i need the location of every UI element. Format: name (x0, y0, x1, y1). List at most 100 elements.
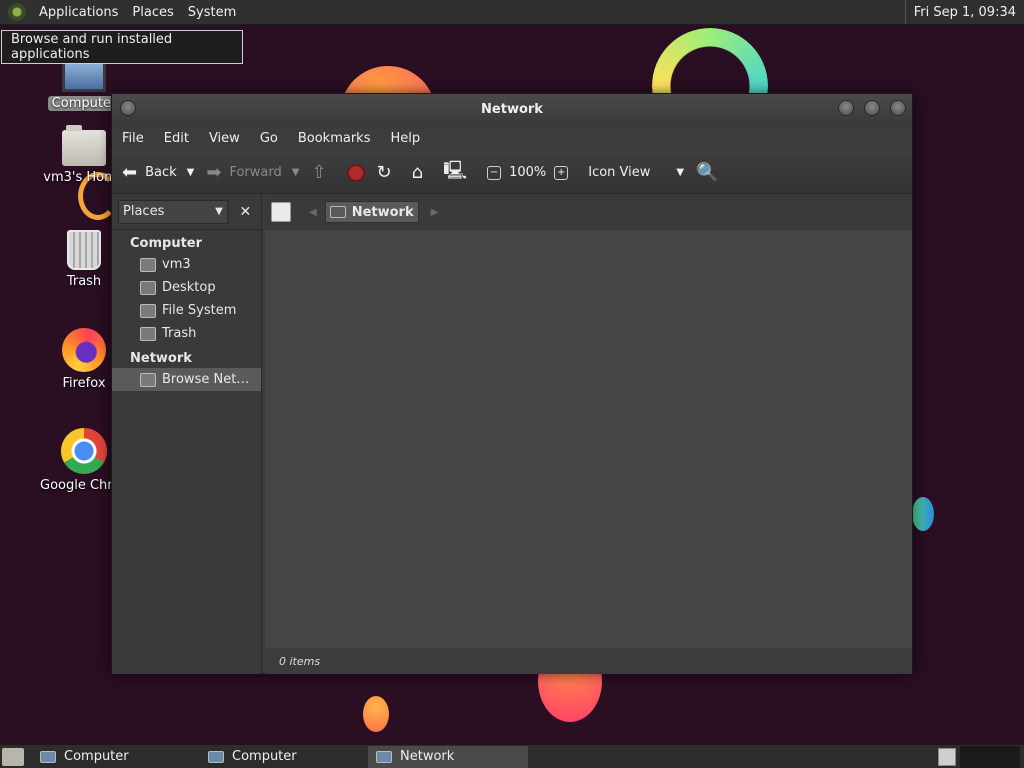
file-view[interactable]: ◀ Network ▶ 0 items (265, 194, 912, 674)
show-desktop-icon[interactable] (2, 747, 24, 766)
system-menu[interactable]: System (181, 5, 243, 20)
menu-view[interactable]: View (199, 131, 250, 146)
computer-button[interactable]: 🖳 (443, 158, 475, 188)
back-button[interactable]: ⬅ Back ▼ (122, 162, 194, 183)
back-arrow-icon: ⬅ (122, 162, 138, 183)
monitor-icon (62, 60, 106, 92)
chrome-icon (61, 428, 107, 474)
task-label: Computer (232, 749, 297, 764)
zoom-out-icon[interactable]: − (487, 165, 502, 180)
drive-icon (140, 303, 156, 318)
workspace-switcher-1[interactable] (938, 748, 956, 766)
sidebar-type-select[interactable]: Places ▼ (118, 199, 228, 224)
wallpaper-small-ball (363, 696, 389, 732)
home-folder-icon (62, 125, 106, 166)
stop-icon (346, 163, 365, 182)
trash-icon (140, 326, 156, 341)
task-label: Computer (64, 749, 129, 764)
sidebar-item-trash[interactable]: Trash (112, 322, 261, 345)
sidebar-item-label: File System (162, 303, 237, 318)
minimize-button[interactable] (838, 100, 854, 116)
task-label: Network (400, 749, 455, 764)
stop-button[interactable] (346, 163, 365, 182)
forward-history-dropdown-icon[interactable]: ▼ (292, 167, 300, 178)
menubar: File Edit View Go Bookmarks Help (112, 124, 912, 152)
sidebar-item-vm3[interactable]: vm3 (112, 253, 261, 276)
taskbar-item-computer-1[interactable]: Computer (32, 746, 192, 768)
main-menu-logo-icon[interactable] (8, 3, 26, 21)
sidebar-item-file-system[interactable]: File System (112, 299, 261, 322)
location-bar: ◀ Network ▶ (265, 194, 912, 230)
sidebar-item-browse-network[interactable]: Browse Net… (112, 368, 261, 391)
applications-tooltip: Browse and run installed applications (1, 30, 243, 64)
forward-label: Forward (229, 165, 282, 180)
up-button[interactable]: ⇧ (311, 162, 334, 183)
item-count: 0 items (279, 654, 321, 668)
maximize-button[interactable] (864, 100, 880, 116)
search-button[interactable]: 🔍 (696, 162, 726, 183)
menu-file[interactable]: File (112, 131, 154, 146)
path-right-arrow-icon[interactable]: ▶ (431, 207, 439, 218)
workspace-switcher-2[interactable] (960, 746, 1020, 768)
trash-icon (67, 230, 101, 270)
zoom-in-icon[interactable]: + (554, 165, 569, 180)
sidebar-item-label: vm3 (162, 257, 191, 272)
menu-go[interactable]: Go (250, 131, 288, 146)
search-icon: 🔍 (696, 162, 719, 183)
taskbar-item-network[interactable]: Network (368, 745, 528, 768)
path-left-arrow-icon[interactable]: ◀ (309, 207, 317, 218)
computer-icon (40, 750, 56, 763)
forward-button[interactable]: ➡ Forward ▼ (206, 162, 299, 183)
menu-bookmarks[interactable]: Bookmarks (288, 131, 381, 146)
network-icon (140, 372, 156, 387)
network-icon (329, 206, 346, 218)
clock[interactable]: Fri Sep 1, 09:34 (904, 0, 1024, 24)
forward-arrow-icon: ➡ (206, 162, 222, 183)
breadcrumb-network[interactable]: Network (324, 201, 419, 223)
edit-location-icon[interactable] (271, 202, 291, 222)
toolbar: ⬅ Back ▼ ➡ Forward ▼ ⇧ ↻ ⌂ 🖳 − 100% + Ic… (112, 152, 912, 194)
computer-icon: 🖳 (443, 159, 468, 181)
zoom-level: 100% (509, 165, 547, 180)
home-folder-icon (140, 257, 156, 272)
zoom-control: − 100% + (487, 165, 576, 180)
back-label: Back (145, 165, 177, 180)
network-icon (376, 750, 392, 763)
breadcrumb-label: Network (351, 204, 414, 220)
bottom-panel: Computer Computer Network (0, 744, 1024, 768)
applications-menu[interactable]: Applications (32, 5, 125, 20)
close-button[interactable] (890, 100, 906, 116)
sidebar-type-value: Places (123, 204, 165, 219)
sidebar-group-network[interactable]: Network (112, 345, 261, 368)
desktop-icon-label: Computer (47, 96, 121, 111)
close-sidebar-icon[interactable]: ✕ (236, 204, 255, 220)
menu-help[interactable]: Help (380, 131, 430, 146)
up-arrow-icon: ⇧ (311, 162, 327, 183)
menu-edit[interactable]: Edit (154, 131, 199, 146)
desktop-icon-label: Firefox (62, 376, 106, 391)
places-menu[interactable]: Places (125, 5, 180, 20)
wallpaper-blue-ball (912, 497, 934, 531)
desktop-folder-icon (140, 280, 156, 295)
reload-button[interactable]: ↻ (377, 162, 400, 183)
taskbar-item-computer-2[interactable]: Computer (200, 746, 360, 768)
desktop-icon-label: Trash (66, 274, 102, 289)
top-panel: Applications Places System Fri Sep 1, 09… (0, 0, 1024, 25)
window-titlebar[interactable]: Network (112, 94, 912, 124)
window-menu-button[interactable] (120, 100, 136, 116)
computer-icon (208, 750, 224, 763)
sidebar-item-label: Trash (162, 326, 197, 341)
back-history-dropdown-icon[interactable]: ▼ (187, 167, 195, 178)
sidebar-item-desktop[interactable]: Desktop (112, 276, 261, 299)
view-mode-dropdown-icon: ▼ (676, 167, 685, 178)
home-button[interactable]: ⌂ (412, 162, 431, 183)
view-mode-value: Icon View (588, 165, 651, 180)
sidebar-header: Places ▼ ✕ (112, 194, 261, 230)
sidebar-item-label: Browse Net… (162, 372, 250, 387)
sidebar-group-computer[interactable]: Computer (112, 230, 261, 253)
sidebar: Places ▼ ✕ Computer vm3 Desktop File Sys… (112, 194, 262, 674)
file-manager-window: Network File Edit View Go Bookmarks Help… (111, 93, 913, 674)
home-icon: ⌂ (411, 162, 424, 183)
view-mode-select[interactable]: Icon View ▼ (588, 165, 684, 180)
window-title: Network (481, 101, 543, 117)
